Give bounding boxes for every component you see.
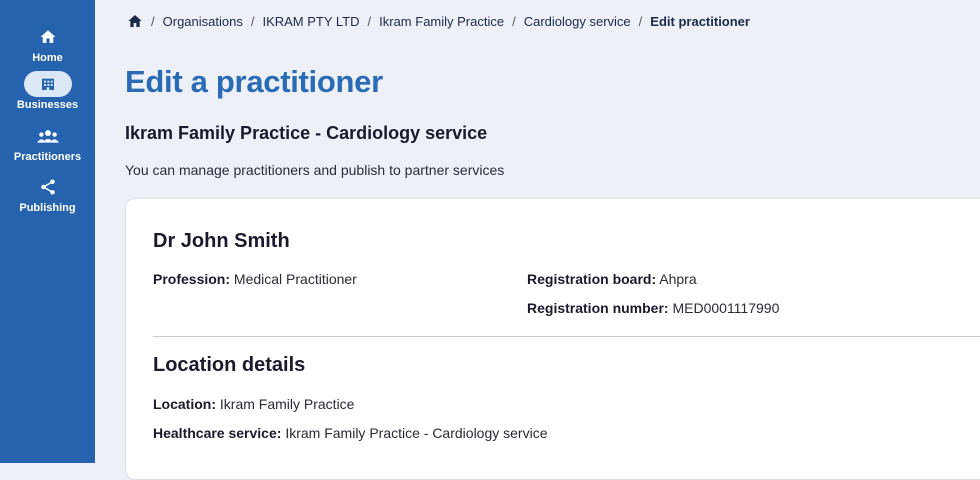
breadcrumb-link-organisations[interactable]: Organisations <box>163 14 243 29</box>
breadcrumb-separator: / <box>367 13 372 29</box>
location-label: Location: <box>153 396 216 412</box>
page-description: You can manage practitioners and publish… <box>125 162 505 178</box>
healthcare-service-value: Ikram Family Practice - Cardiology servi… <box>285 425 548 441</box>
registration-number-field: Registration number: MED0001117990 <box>527 300 779 316</box>
breadcrumb-current: Edit practitioner <box>650 13 750 29</box>
healthcare-service-field: Healthcare service: Ikram Family Practic… <box>153 425 547 441</box>
home-icon <box>0 24 95 50</box>
sidebar-item-label: Home <box>32 52 63 64</box>
sidebar-item-practitioners[interactable]: Practitioners <box>0 123 95 163</box>
practitioner-name: Dr John Smith <box>153 230 290 252</box>
healthcare-service-label: Healthcare service: <box>153 425 282 441</box>
page-subtitle: Ikram Family Practice - Cardiology servi… <box>125 123 488 143</box>
sidebar-item-home[interactable]: Home <box>0 24 95 64</box>
breadcrumb-separator: / <box>638 13 643 29</box>
registration-board-label: Registration board: <box>527 271 657 287</box>
sidebar-item-publishing[interactable]: Publishing <box>0 174 95 214</box>
registration-number-label: Registration number: <box>527 300 669 316</box>
registration-number-value: MED0001117990 <box>672 300 780 316</box>
home-icon[interactable] <box>127 13 143 29</box>
registration-board-field: Registration board: Ahpra <box>527 271 697 287</box>
sidebar: Home Businesses Practitioners Publishing <box>0 0 95 463</box>
breadcrumb-link-organisation[interactable]: IKRAM PTY LTD <box>262 14 359 29</box>
share-icon <box>0 174 95 200</box>
profession-value: Medical Practitioner <box>233 271 357 287</box>
sidebar-item-label: Businesses <box>16 99 79 111</box>
breadcrumb-link-service[interactable]: Cardiology service <box>524 14 631 29</box>
sidebar-item-businesses[interactable]: Businesses <box>0 71 95 111</box>
breadcrumb-link-practice[interactable]: Ikram Family Practice <box>379 14 504 29</box>
breadcrumb-separator: / <box>151 13 155 29</box>
building-icon <box>23 71 72 97</box>
sidebar-item-label: Publishing <box>19 202 76 214</box>
breadcrumb-separator: / <box>250 13 255 29</box>
sidebar-item-label: Practitioners <box>13 151 82 163</box>
registration-board-value: Ahpra <box>659 271 697 287</box>
breadcrumb-separator: / <box>512 13 516 29</box>
divider <box>153 336 980 337</box>
location-field: Location: Ikram Family Practice <box>153 396 354 412</box>
profession-field: Profession: Medical Practitioner <box>153 271 357 287</box>
page-title: Edit a practitioner <box>125 64 383 99</box>
breadcrumb: / Organisations / IKRAM PTY LTD / Ikram … <box>127 12 750 30</box>
profession-label: Profession: <box>153 271 231 287</box>
location-value: Ikram Family Practice <box>219 396 355 412</box>
location-section-title: Location details <box>153 354 306 376</box>
people-icon <box>0 123 95 149</box>
